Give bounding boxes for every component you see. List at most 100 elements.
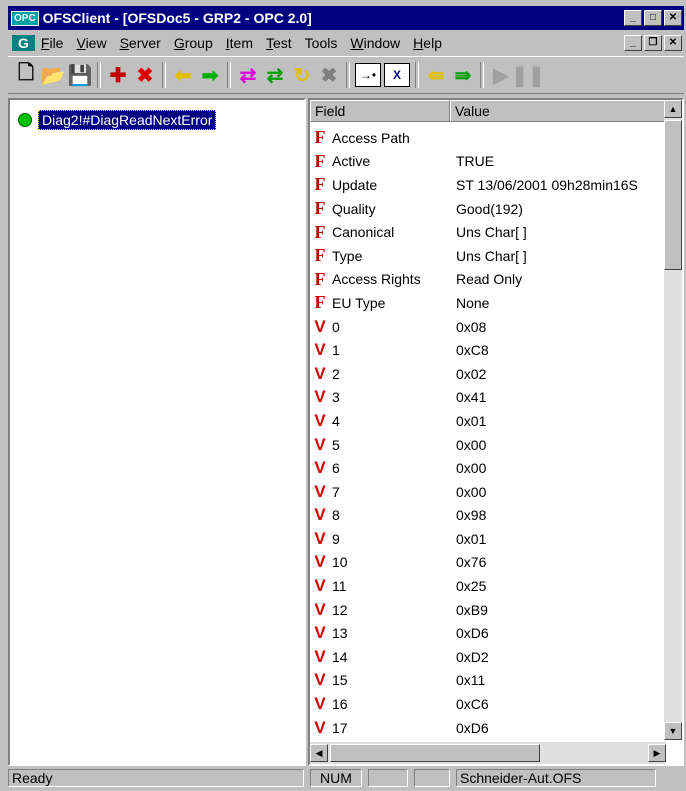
- delete-item-icon[interactable]: ✖: [133, 62, 157, 88]
- table-row[interactable]: F Canonical Uns Char[ ]: [310, 220, 666, 244]
- menu-group[interactable]: Group: [174, 35, 213, 51]
- minimize-button[interactable]: _: [624, 10, 642, 26]
- row-field: Active: [332, 153, 371, 170]
- table-row[interactable]: V 7 0x00: [310, 480, 666, 504]
- read-icon[interactable]: →•: [355, 63, 381, 87]
- table-row[interactable]: V 17 0xD6: [310, 716, 666, 740]
- value-check-icon: V: [314, 505, 326, 525]
- menu-item[interactable]: Item: [226, 35, 253, 51]
- menu-window[interactable]: Window: [350, 35, 400, 51]
- scroll-left-icon[interactable]: ◀: [310, 744, 328, 762]
- document-menu-icon[interactable]: G: [12, 35, 35, 51]
- open-folder-icon[interactable]: 📂: [41, 62, 66, 88]
- window-title: OFSClient - [OFSDoc5 - GRP2 - OPC 2.0]: [42, 10, 312, 26]
- table-row[interactable]: F Active TRUE: [310, 150, 666, 174]
- scroll-right-icon[interactable]: ▶: [648, 744, 666, 762]
- scroll-thumb[interactable]: [664, 120, 682, 270]
- table-row[interactable]: V 5 0x00: [310, 433, 666, 457]
- value-check-icon: V: [314, 552, 326, 572]
- table-row[interactable]: V 11 0x25: [310, 574, 666, 598]
- row-field: 0: [332, 318, 340, 335]
- table-row[interactable]: V 3 0x41: [310, 386, 666, 410]
- horizontal-scrollbar[interactable]: ◀ ▶: [310, 742, 666, 764]
- row-value: 0x25: [456, 578, 487, 595]
- row-value: 0x01: [456, 412, 487, 429]
- table-row[interactable]: F EU Type None: [310, 291, 666, 315]
- row-field: 12: [332, 601, 348, 618]
- row-value: 0xB9: [456, 601, 488, 618]
- table-row[interactable]: V 15 0x11: [310, 669, 666, 693]
- doc-minimize-button[interactable]: _: [624, 35, 642, 51]
- close-button[interactable]: ✕: [664, 10, 682, 26]
- pause-icon[interactable]: ❚❚: [511, 62, 545, 88]
- scroll-down-icon[interactable]: ▼: [664, 722, 682, 740]
- row-value: 0x98: [456, 507, 487, 524]
- item-tree-pane: Diag2!#DiagReadNextError: [8, 98, 306, 766]
- play-icon[interactable]: ▶: [489, 62, 513, 88]
- row-value: Read Only: [456, 271, 523, 288]
- swap-arrows-green-icon[interactable]: ⇄: [263, 62, 287, 88]
- table-row[interactable]: V 1 0xC8: [310, 338, 666, 362]
- row-field: Access Path: [332, 129, 410, 146]
- row-field: 1: [332, 342, 340, 359]
- table-row[interactable]: F Update ST 13/06/2001 09h28min16S: [310, 173, 666, 197]
- add-item-icon[interactable]: ✚: [106, 62, 130, 88]
- row-field: 2: [332, 365, 340, 382]
- table-row[interactable]: V 4 0x01: [310, 409, 666, 433]
- refresh-icon[interactable]: ↻: [290, 62, 314, 88]
- doc-close-button[interactable]: ✕: [664, 35, 682, 51]
- column-header-field[interactable]: Field: [310, 100, 450, 122]
- vertical-scrollbar[interactable]: ▲ ▼: [664, 100, 682, 740]
- row-value: 0xC6: [456, 696, 489, 713]
- menu-help[interactable]: Help: [413, 35, 442, 51]
- status-bar: Ready NUM Schneider-Aut.OFS: [8, 767, 684, 789]
- table-row[interactable]: V 13 0xD6: [310, 621, 666, 645]
- cancel-gray-icon[interactable]: ✖: [317, 62, 341, 88]
- row-field: 8: [332, 507, 340, 524]
- table-row[interactable]: F Type Uns Char[ ]: [310, 244, 666, 268]
- connect-left-icon[interactable]: ⇚: [424, 62, 448, 88]
- value-check-icon: V: [314, 670, 326, 690]
- menu-file[interactable]: File: [41, 35, 64, 51]
- table-row[interactable]: F Quality Good(192): [310, 197, 666, 221]
- doc-restore-button[interactable]: ❐: [644, 35, 662, 51]
- table-row[interactable]: V 16 0xC6: [310, 692, 666, 716]
- row-value: ST 13/06/2001 09h28min16S: [456, 176, 638, 193]
- arrow-left-icon[interactable]: ⬅: [171, 62, 195, 88]
- value-check-icon: V: [310, 765, 330, 766]
- table-row[interactable]: V 14 0xD2: [310, 645, 666, 669]
- num-lock-indicator: NUM: [310, 769, 362, 787]
- row-field: 6: [332, 460, 340, 477]
- menu-test[interactable]: Test: [266, 35, 292, 51]
- list-rows: F Access Path F Active TRUE F Update ST 13/06/2…: [310, 126, 666, 766]
- table-row[interactable]: V 12 0xB9: [310, 598, 666, 622]
- table-row[interactable]: V 2 0x02: [310, 362, 666, 386]
- maximize-button[interactable]: □: [644, 10, 662, 26]
- scroll-up-icon[interactable]: ▲: [664, 100, 682, 118]
- tree-item[interactable]: Diag2!#DiagReadNextError: [18, 110, 217, 130]
- new-document-icon[interactable]: 🗋: [14, 62, 38, 88]
- column-header-value[interactable]: Value: [450, 100, 666, 122]
- row-field: EU Type: [332, 294, 386, 311]
- table-row[interactable]: V 6 0x00: [310, 456, 666, 480]
- menu-server[interactable]: Server: [120, 35, 161, 51]
- row-field: 16: [332, 696, 348, 713]
- table-row[interactable]: V 8 0x98: [310, 504, 666, 528]
- tree-item-label[interactable]: Diag2!#DiagReadNextError: [38, 110, 217, 130]
- connect-right-icon[interactable]: ⇛: [451, 62, 475, 88]
- table-row[interactable]: V 10 0x76: [310, 551, 666, 575]
- save-icon[interactable]: 💾: [68, 62, 93, 88]
- menu-view[interactable]: View: [76, 35, 106, 51]
- value-check-icon: V: [314, 576, 326, 596]
- window-controls: _ □ ✕: [624, 10, 684, 26]
- table-row[interactable]: F Access Path: [310, 126, 666, 150]
- row-value: Uns Char[ ]: [456, 224, 527, 241]
- arrow-right-icon[interactable]: ➡: [198, 62, 222, 88]
- table-row[interactable]: F Access Rights Read Only: [310, 268, 666, 292]
- table-row[interactable]: V 0 0x08: [310, 315, 666, 339]
- table-row[interactable]: V 9 0x01: [310, 527, 666, 551]
- swap-arrows-icon[interactable]: ⇄: [236, 62, 260, 88]
- menu-tools[interactable]: Tools: [305, 35, 338, 51]
- horizontal-scroll-thumb[interactable]: [330, 744, 540, 762]
- write-icon[interactable]: X: [384, 63, 410, 87]
